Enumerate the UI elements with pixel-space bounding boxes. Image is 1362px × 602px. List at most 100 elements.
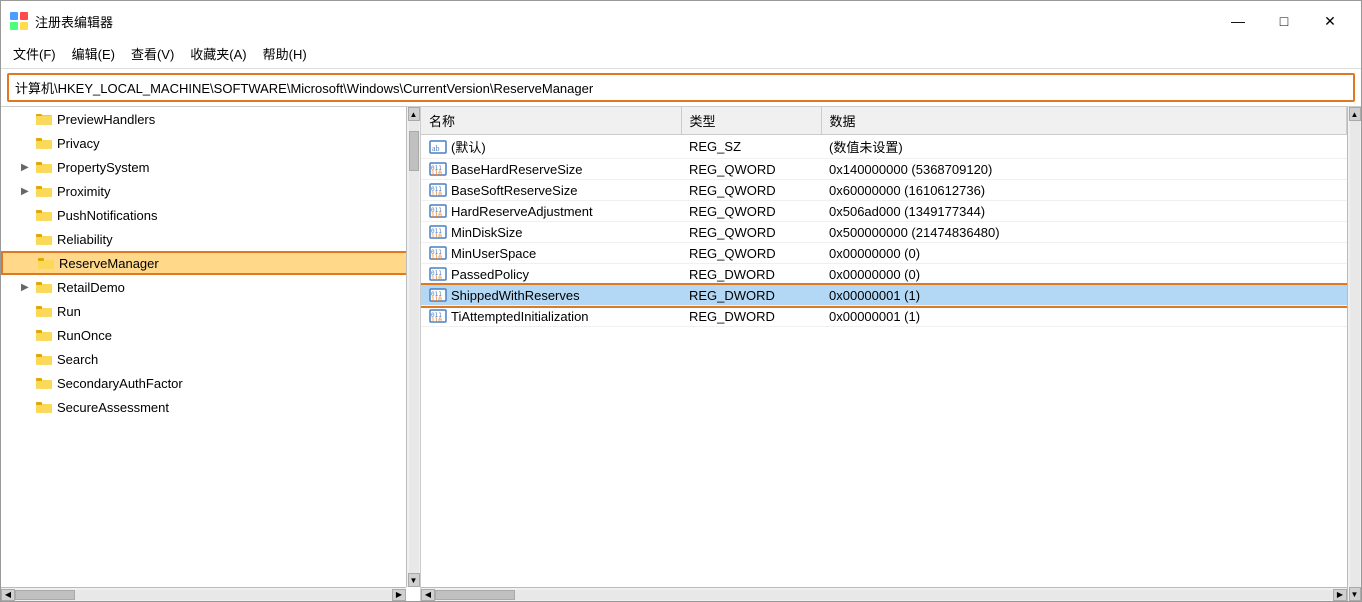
scroll-left-btn[interactable]: ◀ [421,589,435,601]
menu-view[interactable]: 查看(V) [123,41,182,66]
folder-icon [35,111,53,127]
folder-icon [35,207,53,223]
scroll-right-btn[interactable]: ▶ [1333,589,1347,601]
tree-label: Search [57,352,98,367]
table-row[interactable]: 011 110 PassedPolicy REG_DWORD 0x0000000… [421,264,1347,285]
registry-panel: 名称 类型 数据 ab (默认) REG_SZ (数值未设置) [421,107,1347,601]
close-button[interactable]: ✕ [1307,7,1353,35]
folder-icon [35,303,53,319]
menu-favorites[interactable]: 收藏夹(A) [182,41,254,66]
tree-item-privacy[interactable]: Privacy [1,131,420,155]
tree-panel[interactable]: PreviewHandlers Privacy ▶ PropertySystem [1,107,421,601]
scroll-thumb [15,590,75,600]
table-row[interactable]: 011 110 HardReserveAdjustment REG_QWORD … [421,201,1347,222]
tree-item-previewhandlers[interactable]: PreviewHandlers [1,107,420,131]
tree-item-propertysystem[interactable]: ▶ PropertySystem [1,155,420,179]
table-row[interactable]: 011 110 ShippedWithReserves REG_DWORD 0x… [421,285,1347,306]
scroll-up-btn[interactable]: ▲ [408,107,420,121]
bin-icon: 011 110 [429,308,447,324]
cell-data: 0x00000001 (1) [821,306,1347,327]
folder-icon [35,159,53,175]
tree-item-secondaryauthfactor[interactable]: SecondaryAuthFactor [1,371,420,395]
table-row[interactable]: 011 110 TiAttemptedInitialization REG_DW… [421,306,1347,327]
menu-edit[interactable]: 编辑(E) [64,41,123,66]
registry-table: 名称 类型 数据 ab (默认) REG_SZ (数值未设置) [421,107,1347,587]
tree-item-reservemanager[interactable]: ReserveManager [1,251,420,275]
address-bar: 计算机\HKEY_LOCAL_MACHINE\SOFTWARE\Microsof… [7,73,1355,102]
bin-icon: 011 110 [429,161,447,177]
registry-vscroll[interactable]: ▲ ▼ [1347,107,1361,601]
col-header-name[interactable]: 名称 [421,107,681,135]
tree-item-reliability[interactable]: Reliability [1,227,420,251]
scroll-thumb [435,590,515,600]
bin-icon: 011 110 [429,287,447,303]
col-header-type[interactable]: 类型 [681,107,821,135]
cell-name: 011 110 BaseSoftReserveSize [421,180,681,201]
tree-item-proximity[interactable]: ▶ Proximity [1,179,420,203]
cell-type: REG_SZ [681,135,821,159]
scroll-track [435,590,1333,600]
reg-name-text: (默认) [451,137,486,156]
tree-vscroll[interactable]: ▲ ▼ [406,107,420,587]
minimize-button[interactable]: — [1215,7,1261,35]
reg-name-text: HardReserveAdjustment [451,204,593,219]
tree-item-runonce[interactable]: RunOnce [1,323,420,347]
ab-icon: ab [429,139,447,155]
reg-name-text: BaseSoftReserveSize [451,183,577,198]
tree-item-run[interactable]: Run [1,299,420,323]
table-row[interactable]: 011 110 BaseHardReserveSize REG_QWORD 0x… [421,159,1347,180]
scroll-left-btn[interactable]: ◀ [1,589,15,601]
svg-text:110: 110 [431,317,442,324]
table-row[interactable]: 011 110 MinUserSpace REG_QWORD 0x0000000… [421,243,1347,264]
table-row[interactable]: 011 110 BaseSoftReserveSize REG_QWORD 0x… [421,180,1347,201]
app-icon [9,11,29,31]
tree-label: ReserveManager [59,256,159,271]
tree-label: PushNotifications [57,208,157,223]
tree-label: Run [57,304,81,319]
cell-type: REG_QWORD [681,222,821,243]
cell-name: 011 110 MinUserSpace [421,243,681,264]
cell-data: 0x00000000 (0) [821,264,1347,285]
scroll-down-btn[interactable]: ▼ [1349,587,1361,601]
col-header-data[interactable]: 数据 [821,107,1347,135]
svg-text:110: 110 [431,170,442,177]
cell-data: (数值未设置) [821,135,1347,159]
table-row[interactable]: 011 110 MinDiskSize REG_QWORD 0x50000000… [421,222,1347,243]
title-bar: 注册表编辑器 — □ ✕ [1,1,1361,39]
registry-hscroll[interactable]: ◀ ▶ [421,587,1347,601]
window-title: 注册表编辑器 [35,12,113,31]
tree-label: Reliability [57,232,113,247]
reg-name-text: PassedPolicy [451,267,529,282]
tree-item-retaildemo[interactable]: ▶ RetailDemo [1,275,420,299]
cell-data: 0x60000000 (1610612736) [821,180,1347,201]
folder-icon [35,183,53,199]
cell-name: 011 110 TiAttemptedInitialization [421,306,681,327]
svg-text:110: 110 [431,233,442,240]
menu-file[interactable]: 文件(F) [5,41,64,66]
svg-text:110: 110 [431,254,442,261]
reg-name-text: TiAttemptedInitialization [451,309,589,324]
cell-type: REG_DWORD [681,306,821,327]
bin-icon: 011 110 [429,266,447,282]
reg-name-text: MinUserSpace [451,246,536,261]
chevron-right-icon: ▶ [21,282,35,293]
main-content: PreviewHandlers Privacy ▶ PropertySystem [1,106,1361,601]
folder-icon [35,327,53,343]
tree-hscroll[interactable]: ◀ ▶ [1,587,406,601]
bin-icon: 011 110 [429,245,447,261]
menu-help[interactable]: 帮助(H) [255,41,315,66]
tree-item-search[interactable]: Search [1,347,420,371]
tree-item-pushnotifications[interactable]: PushNotifications [1,203,420,227]
tree-item-secureassessment[interactable]: SecureAssessment [1,395,420,419]
reg-name-text: ShippedWithReserves [451,288,580,303]
address-path[interactable]: 计算机\HKEY_LOCAL_MACHINE\SOFTWARE\Microsof… [15,78,1347,97]
cell-type: REG_QWORD [681,180,821,201]
scroll-right-btn[interactable]: ▶ [392,589,406,601]
cell-data: 0x500000000 (21474836480) [821,222,1347,243]
table-row[interactable]: ab (默认) REG_SZ (数值未设置) [421,135,1347,159]
maximize-button[interactable]: □ [1261,7,1307,35]
tree-label: Proximity [57,184,110,199]
window: 注册表编辑器 — □ ✕ 文件(F) 编辑(E) 查看(V) 收藏夹(A) 帮助… [0,0,1362,602]
scroll-down-btn[interactable]: ▼ [408,573,420,587]
scroll-up-btn[interactable]: ▲ [1349,107,1361,121]
